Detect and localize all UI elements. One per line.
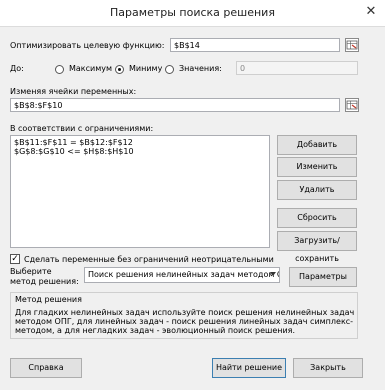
close-button[interactable]: Закрыть: [293, 358, 363, 378]
variables-ref-button[interactable]: [345, 98, 359, 112]
chevron-down-icon: [270, 272, 276, 276]
method-box-text: Для гладких нелинейных задач используйте…: [15, 308, 355, 335]
method-description-box: Метод решения Для гладких нелинейных зад…: [10, 292, 358, 339]
constraint-item[interactable]: $G$8:$G$10 <= $H$8:$H$10: [14, 147, 266, 156]
variables-label: Изменяя ячейки переменных:: [10, 87, 137, 96]
variables-input[interactable]: $B$8:$F$10: [10, 98, 340, 112]
range-select-icon: [346, 40, 358, 50]
radio-max[interactable]: [55, 65, 64, 74]
nonneg-checkbox[interactable]: ✓: [10, 254, 20, 264]
constraint-item[interactable]: $B$11:$F$11 = $B$12:$F$12: [14, 138, 266, 147]
delete-button[interactable]: Удалить: [277, 180, 357, 200]
radio-min[interactable]: [115, 65, 124, 74]
method-label-line1: Выберите: [10, 267, 52, 276]
method-box-title: Метод решения: [15, 295, 82, 304]
load-save-button[interactable]: Загрузить/сохранить: [277, 231, 357, 263]
help-button[interactable]: Справка: [10, 358, 82, 378]
close-icon[interactable]: ✕: [361, 3, 381, 21]
add-button[interactable]: Добавить: [277, 135, 357, 155]
parameters-button[interactable]: Параметры: [289, 267, 357, 287]
target-value-input[interactable]: 0: [236, 61, 358, 75]
objective-input[interactable]: $B$14: [170, 38, 340, 52]
constraints-list[interactable]: $B$11:$F$11 = $B$12:$F$12 $G$8:$G$10 <= …: [10, 135, 270, 248]
nonneg-label: Сделать переменные без ограничений неотр…: [24, 255, 274, 264]
title-bar: Параметры поиска решения ✕: [0, 0, 385, 27]
reset-button[interactable]: Сбросить: [277, 208, 357, 228]
solve-button[interactable]: Найти решение: [212, 358, 286, 378]
objective-ref-button[interactable]: [345, 38, 359, 52]
objective-label: Оптимизировать целевую функцию:: [10, 41, 165, 50]
window-title: Параметры поиска решения: [110, 6, 275, 19]
radio-value-label: Значения:: [179, 64, 222, 73]
radio-max-label: Максимум: [69, 64, 113, 73]
change-button[interactable]: Изменить: [277, 157, 357, 177]
constraints-label: В соответствии с ограничениями:: [10, 124, 154, 133]
radio-min-label: Миниму: [129, 64, 163, 73]
range-select-icon: [346, 100, 358, 110]
method-label-line2: метод решения:: [10, 277, 79, 286]
method-select[interactable]: Поиск решения нелинейных задач методом О…: [84, 267, 280, 283]
radio-value[interactable]: [165, 65, 174, 74]
method-select-value: Поиск решения нелинейных задач методом О…: [88, 270, 280, 279]
to-label: До:: [10, 64, 24, 73]
